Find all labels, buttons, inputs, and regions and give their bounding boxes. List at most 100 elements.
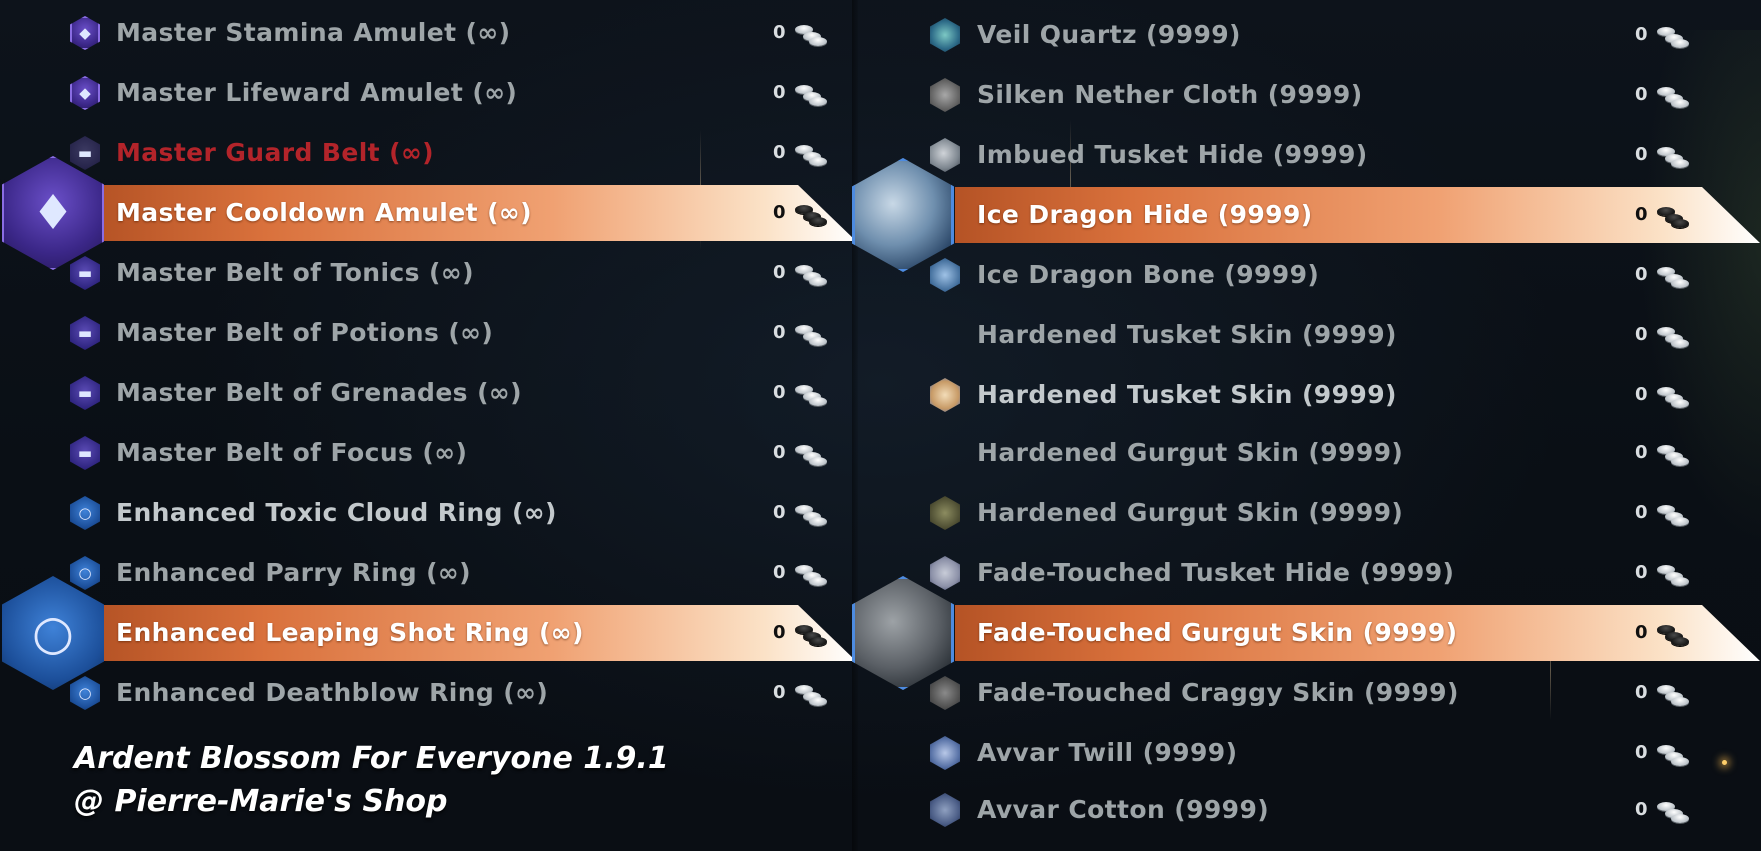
amulet-icon: ◆	[70, 16, 100, 50]
item-name: Master Stamina Amulet (∞)	[116, 18, 511, 47]
shop-item-row[interactable]: ▬ Master Belt of Focus (∞) 0	[0, 425, 858, 481]
item-price: 0	[773, 502, 786, 523]
item-price: 0	[773, 562, 786, 583]
coin-shape	[809, 37, 827, 46]
coins-icon	[795, 383, 829, 407]
item-name: Master Belt of Potions (∞)	[116, 318, 494, 347]
item-name: Enhanced Leaping Shot Ring (∞)	[116, 618, 584, 647]
coins-icon	[795, 263, 829, 287]
shop-item-row[interactable]: ○ Enhanced Parry Ring (∞) 0	[0, 545, 858, 601]
item-name: Silken Nether Cloth (9999)	[977, 80, 1363, 109]
item-name: Imbued Tusket Hide (9999)	[977, 140, 1368, 169]
shop-item-row[interactable]: Hardened Gurgut Skin (9999) 0	[860, 425, 1760, 481]
coins-icon	[795, 83, 829, 107]
coin-shape	[1671, 757, 1689, 766]
shop-item-row[interactable]: Avvar Cotton (9999) 0	[860, 782, 1760, 838]
shop-item-row[interactable]: Veil Quartz (9999) 0	[860, 7, 1760, 63]
skin-icon	[930, 378, 960, 412]
coin-shape	[809, 277, 827, 286]
cloth-icon	[930, 78, 960, 112]
coins-icon	[1657, 623, 1691, 647]
shop-item-row[interactable]: ◆ Master Lifeward Amulet (∞) 0	[0, 65, 858, 121]
coin-shape	[1671, 399, 1689, 408]
coins-icon	[1657, 385, 1691, 409]
item-name: Ice Dragon Bone (9999)	[977, 260, 1320, 289]
coins-icon	[1657, 205, 1691, 229]
item-price: 0	[1635, 204, 1648, 225]
shop-item-row[interactable]: Ice Dragon Bone (9999) 0	[860, 247, 1760, 303]
shop-item-row[interactable]: Silken Nether Cloth (9999) 0	[860, 67, 1760, 123]
bone-icon	[930, 258, 960, 292]
shop-item-row[interactable]: ○ Enhanced Toxic Cloud Ring (∞) 0	[0, 485, 858, 541]
item-price: 0	[1635, 502, 1648, 523]
coin-shape	[1671, 697, 1689, 706]
coin-shape	[1671, 39, 1689, 48]
shop-item-row[interactable]: Hardened Tusket Skin (9999) 0	[860, 307, 1760, 363]
coin-shape	[1671, 279, 1689, 288]
belt-icon: ▬	[70, 256, 100, 290]
coin-shape	[1671, 457, 1689, 466]
ring-icon: ○	[70, 556, 100, 590]
item-price: 0	[1635, 324, 1648, 345]
watermark-line2: @ Pierre-Marie's Shop	[74, 784, 448, 819]
coin-shape	[1671, 637, 1689, 646]
shop-item-row[interactable]: ♦ Master Cooldown Amulet (∞) 0	[0, 156, 858, 270]
shop-item-row[interactable]: ○ Enhanced Leaping Shot Ring (∞) 0	[0, 576, 858, 690]
item-price: 0	[773, 262, 786, 283]
coins-icon	[1657, 800, 1691, 824]
item-name: Enhanced Deathblow Ring (∞)	[116, 678, 549, 707]
item-name: Master Belt of Tonics (∞)	[116, 258, 474, 287]
coin-shape	[809, 157, 827, 166]
coins-icon	[1657, 325, 1691, 349]
shop-item-row[interactable]: ▬ Master Belt of Tonics (∞) 0	[0, 245, 858, 301]
coin-shape	[809, 697, 827, 706]
item-name: Ice Dragon Hide (9999)	[977, 200, 1313, 229]
coin-shape	[1671, 577, 1689, 586]
belt-icon: ▬	[70, 436, 100, 470]
coins-icon	[1657, 85, 1691, 109]
item-price: 0	[1635, 742, 1648, 763]
watermark: Ardent Blossom For Everyone 1.9.1 @ Pier…	[74, 737, 669, 823]
coin-shape	[809, 457, 827, 466]
coins-icon	[795, 443, 829, 467]
coin-shape	[809, 337, 827, 346]
skin-icon	[930, 496, 960, 530]
coins-icon	[795, 563, 829, 587]
item-price: 0	[1635, 799, 1648, 820]
ring-icon: ○	[70, 676, 100, 710]
coin-shape	[809, 97, 827, 106]
shop-item-row[interactable]: Hardened Gurgut Skin (9999) 0	[860, 485, 1760, 541]
shop-item-row[interactable]: ◆ Master Stamina Amulet (∞) 0	[0, 5, 858, 61]
shop-item-row[interactable]: Hardened Tusket Skin (9999) 0	[860, 367, 1760, 423]
shop-item-row[interactable]: Imbued Tusket Hide (9999) 0	[860, 127, 1760, 183]
ring-icon: ○	[70, 496, 100, 530]
item-name: Fade-Touched Gurgut Skin (9999)	[977, 618, 1458, 647]
coin-shape	[1671, 339, 1689, 348]
coin-shape	[809, 517, 827, 526]
item-name: Fade-Touched Tusket Hide (9999)	[977, 558, 1455, 587]
coins-icon	[795, 323, 829, 347]
item-price: 0	[1635, 384, 1648, 405]
coins-icon	[1657, 683, 1691, 707]
item-price: 0	[773, 682, 786, 703]
shop-item-row[interactable]: Avvar Twill (9999) 0	[860, 725, 1760, 781]
item-price: 0	[1635, 622, 1648, 643]
shop-item-row[interactable]: Fade-Touched Tusket Hide (9999) 0	[860, 545, 1760, 601]
coin-shape	[809, 577, 827, 586]
item-price: 0	[773, 142, 786, 163]
coins-icon	[1657, 443, 1691, 467]
shop-item-row[interactable]: ○ Enhanced Deathblow Ring (∞) 0	[0, 665, 858, 721]
shop-item-row[interactable]: Ice Dragon Hide (9999) 0	[852, 158, 1760, 272]
shop-item-row[interactable]: Fade-Touched Gurgut Skin (9999) 0	[852, 576, 1760, 690]
shop-item-row[interactable]: ▬ Master Belt of Potions (∞) 0	[0, 305, 858, 361]
shop-item-row[interactable]: ▬ Master Guard Belt (∞) 0	[0, 125, 858, 181]
item-name: Avvar Cotton (9999)	[977, 795, 1270, 824]
coins-icon	[1657, 145, 1691, 169]
crystal-icon	[930, 18, 960, 52]
item-name: Avvar Twill (9999)	[977, 738, 1238, 767]
shop-item-row[interactable]: Fade-Touched Craggy Skin (9999) 0	[860, 665, 1760, 721]
shop-item-row[interactable]: ▬ Master Belt of Grenades (∞) 0	[0, 365, 858, 421]
item-price: 0	[1635, 84, 1648, 105]
amulet-icon: ◆	[70, 76, 100, 110]
item-price: 0	[773, 442, 786, 463]
